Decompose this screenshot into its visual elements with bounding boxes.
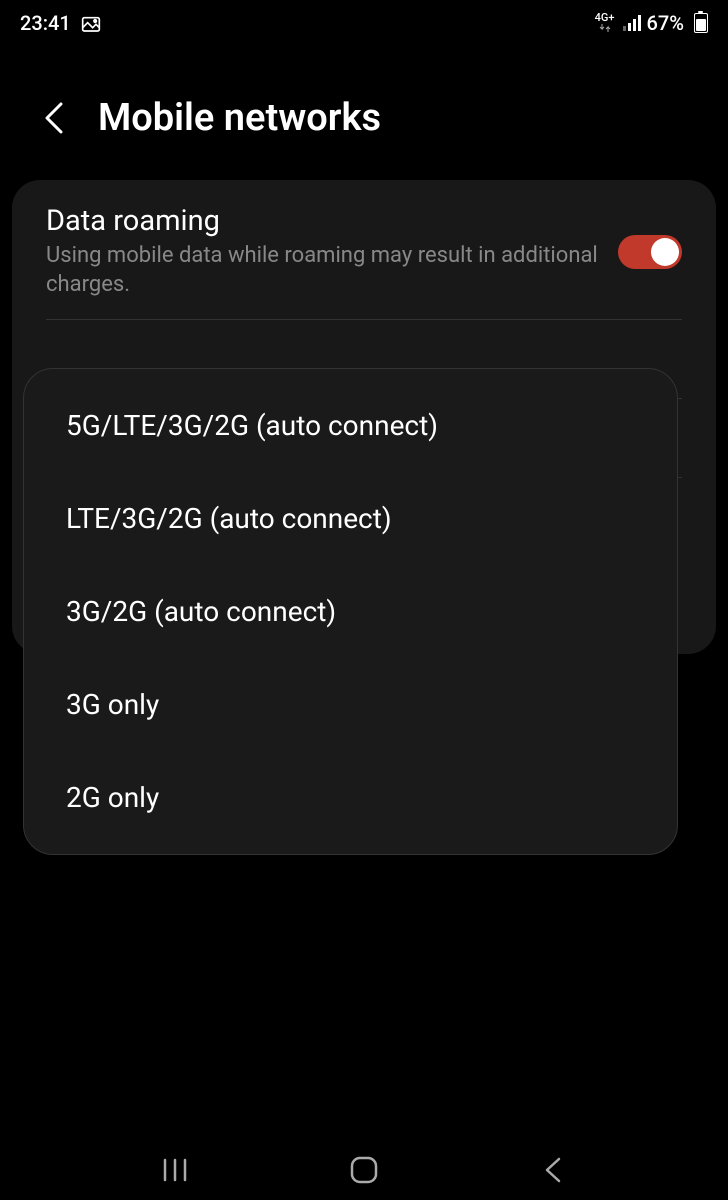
network-mode-option-2g[interactable]: 2G only <box>24 751 677 844</box>
battery-icon <box>694 13 708 33</box>
data-roaming-text: Data roaming Using mobile data while roa… <box>46 204 598 299</box>
status-bar: 23:41 4G+ 67% <box>0 0 728 46</box>
battery-percent: 67% <box>647 11 684 35</box>
page-title: Mobile networks <box>98 96 381 140</box>
back-nav-button[interactable] <box>533 1150 573 1190</box>
back-button[interactable] <box>40 104 68 132</box>
network-mode-option-5g[interactable]: 5G/LTE/3G/2G (auto connect) <box>24 379 677 472</box>
home-button[interactable] <box>344 1150 384 1190</box>
gallery-icon <box>81 14 101 32</box>
data-roaming-row[interactable]: Data roaming Using mobile data while roa… <box>12 180 716 319</box>
recent-apps-button[interactable] <box>155 1150 195 1190</box>
network-type-indicator: 4G+ <box>595 12 615 34</box>
network-mode-menu: 5G/LTE/3G/2G (auto connect) LTE/3G/2G (a… <box>23 368 678 855</box>
status-right: 4G+ 67% <box>595 11 708 35</box>
network-mode-option-3g[interactable]: 3G only <box>24 658 677 751</box>
navigation-bar <box>0 1140 728 1200</box>
signal-strength-icon <box>623 15 641 31</box>
network-mode-option-3g2g[interactable]: 3G/2G (auto connect) <box>24 565 677 658</box>
network-mode-option-lte[interactable]: LTE/3G/2G (auto connect) <box>24 472 677 565</box>
data-roaming-toggle[interactable] <box>618 235 682 269</box>
status-time: 23:41 <box>20 11 71 35</box>
data-roaming-description: Using mobile data while roaming may resu… <box>46 242 598 299</box>
data-roaming-title: Data roaming <box>46 204 598 238</box>
page-header: Mobile networks <box>0 46 728 180</box>
status-left: 23:41 <box>20 11 101 35</box>
